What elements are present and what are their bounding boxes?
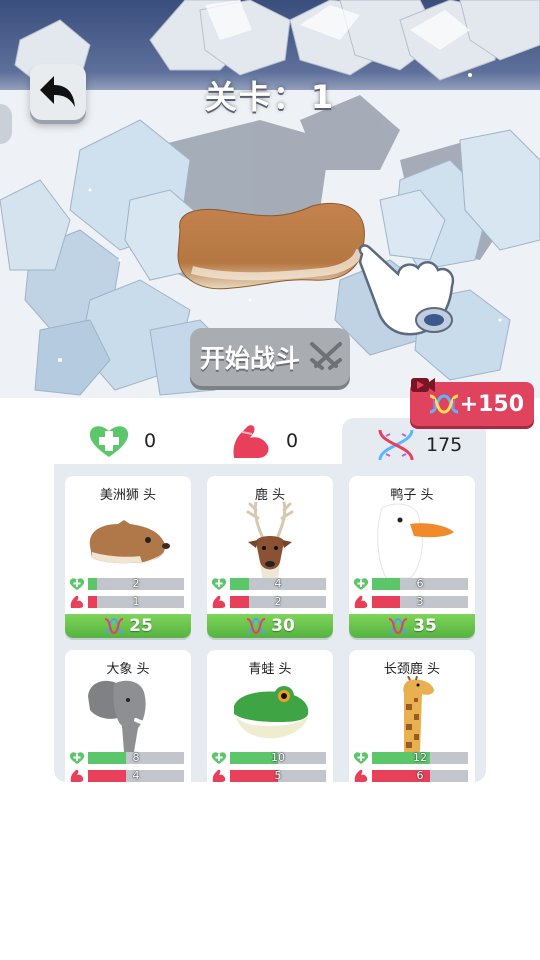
cost-value: 30 xyxy=(271,616,295,636)
buy-cost-button[interactable]: 35 xyxy=(349,614,475,638)
head-shop-panel: 美洲狮 头 2 1 25 鹿 头 4 2 30 鸭子 头 6 3 35 大象 头… xyxy=(54,464,486,782)
health-stat: 0 xyxy=(88,418,156,464)
health-heart-icon xyxy=(211,752,227,764)
deer-head-icon xyxy=(246,502,294,578)
crossed-swords-icon xyxy=(310,342,342,370)
power-stat: 0 xyxy=(230,418,298,464)
head-card-deer[interactable]: 鹿 头 4 2 30 xyxy=(207,476,333,638)
health-heart-icon xyxy=(211,578,227,590)
health-value: 12 xyxy=(413,751,427,764)
attack-value: 3 xyxy=(416,595,424,608)
video-reward-amount: +150 xyxy=(459,391,524,417)
card-name: 长颈鹿 头 xyxy=(383,662,441,677)
muscle-arm-icon xyxy=(70,769,84,782)
level-value: 1 xyxy=(310,78,336,116)
tutorial-hand-icon xyxy=(352,240,462,344)
attack-bar: 3 xyxy=(353,595,471,608)
health-value: 4 xyxy=(274,577,282,590)
elephant-head-icon xyxy=(88,680,164,752)
health-bar: 10 xyxy=(211,751,329,764)
attack-value: 5 xyxy=(274,769,282,782)
muscle-arm-icon xyxy=(212,595,226,608)
health-heart-icon xyxy=(69,752,85,764)
duck-head-icon xyxy=(377,503,454,578)
buy-cost-button[interactable]: 30 xyxy=(207,614,333,638)
dna-value: 175 xyxy=(426,434,463,456)
watch-video-reward-button[interactable]: +150 xyxy=(410,378,534,426)
head-card-giraffe[interactable]: 长颈鹿 头 12 6 xyxy=(349,650,475,782)
health-value: 10 xyxy=(271,751,285,764)
frog-head-icon xyxy=(234,686,309,739)
card-name: 鹿 头 xyxy=(254,488,286,503)
dna-icon xyxy=(104,617,124,635)
health-bar: 8 xyxy=(69,751,187,764)
power-value: 0 xyxy=(286,430,299,452)
buy-cost-button[interactable]: 25 xyxy=(65,614,191,638)
cougar-head-icon xyxy=(89,520,170,564)
attack-bar: 5 xyxy=(211,769,329,782)
cost-value: 25 xyxy=(129,616,153,636)
muscle-arm-icon xyxy=(233,425,269,458)
muscle-arm-icon xyxy=(354,769,368,782)
card-name: 大象 头 xyxy=(106,662,150,677)
attack-bar: 4 xyxy=(69,769,187,782)
giraffe-head-icon xyxy=(403,676,434,752)
head-card-duck[interactable]: 鸭子 头 6 3 35 xyxy=(349,476,475,638)
health-heart-icon xyxy=(353,752,369,764)
attack-bar: 6 xyxy=(353,769,471,782)
creature-body-model xyxy=(172,200,372,304)
start-battle-label: 开始战斗 xyxy=(200,344,301,373)
muscle-arm-icon xyxy=(70,595,84,608)
attack-value: 4 xyxy=(132,769,140,782)
card-name: 美洲狮 头 xyxy=(99,488,157,503)
head-card-frog[interactable]: 青蛙 头 10 5 xyxy=(207,650,333,782)
attack-value: 2 xyxy=(274,595,282,608)
health-bar: 4 xyxy=(211,577,329,590)
health-bar: 12 xyxy=(353,751,471,764)
health-value: 6 xyxy=(416,577,424,590)
muscle-arm-icon xyxy=(212,769,226,782)
level-indicator: 关卡： 1 xyxy=(0,72,540,118)
health-heart-icon xyxy=(353,578,369,590)
level-label: 关卡： xyxy=(204,78,307,116)
card-name: 鸭子 头 xyxy=(390,488,434,503)
head-card-cougar[interactable]: 美洲狮 头 2 1 25 xyxy=(65,476,191,638)
dna-icon xyxy=(388,617,408,635)
start-battle-button[interactable]: 开始战斗 xyxy=(190,328,350,386)
dna-icon xyxy=(378,429,414,461)
attack-value: 1 xyxy=(132,595,140,608)
health-heart-icon xyxy=(89,426,129,457)
health-bar: 2 xyxy=(69,577,187,590)
attack-value: 6 xyxy=(416,769,424,782)
health-heart-icon xyxy=(69,578,85,590)
health-value: 8 xyxy=(132,751,140,764)
muscle-arm-icon xyxy=(354,595,368,608)
head-card-elephant[interactable]: 大象 头 8 4 xyxy=(65,650,191,782)
attack-bar: 1 xyxy=(69,595,187,608)
dna-icon xyxy=(429,394,459,414)
attack-bar: 2 xyxy=(211,595,329,608)
health-bar: 6 xyxy=(353,577,471,590)
dna-icon xyxy=(246,617,266,635)
cost-value: 35 xyxy=(413,616,437,636)
game-scene: 关卡： 1 开始战斗 xyxy=(0,0,540,398)
health-value: 0 xyxy=(144,430,157,452)
card-name: 青蛙 头 xyxy=(248,662,292,677)
health-value: 2 xyxy=(132,577,140,590)
